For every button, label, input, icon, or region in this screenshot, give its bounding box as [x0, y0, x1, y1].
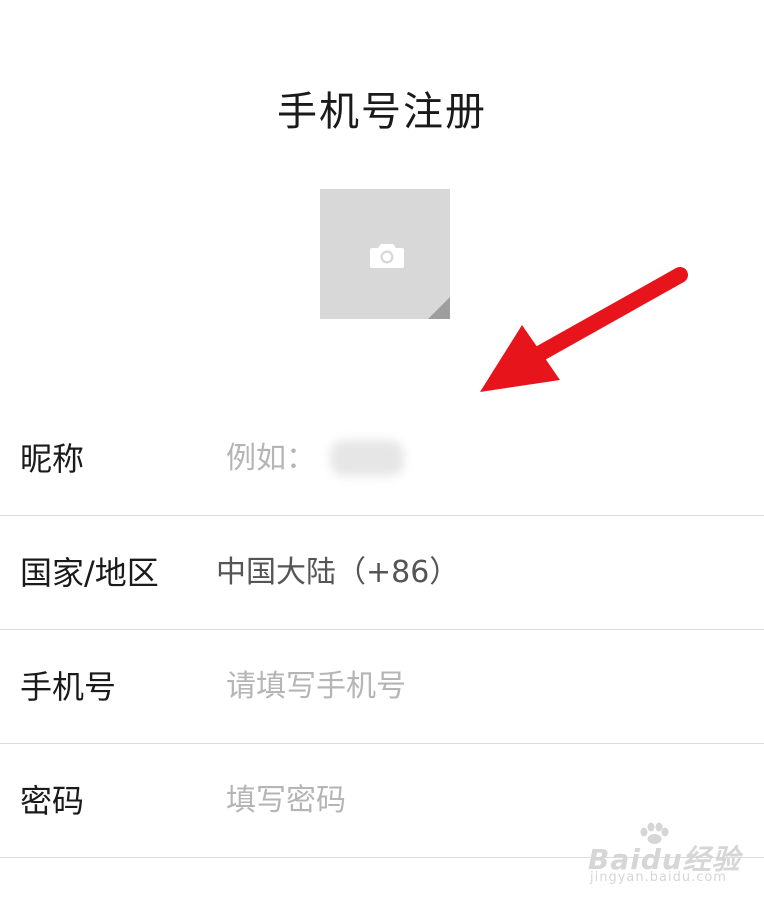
baidu-jingyan-watermark: Baidu经验 jingyan.baidu.com [588, 822, 748, 888]
avatar-upload-button[interactable] [320, 189, 450, 319]
nickname-label: 昵称 [20, 440, 85, 478]
region-row[interactable]: 国家/地区 中国大陆（+86） [0, 516, 764, 630]
red-arrow-annotation [480, 267, 688, 392]
blurred-example [330, 440, 404, 476]
region-label: 国家/地区 [20, 554, 159, 592]
avatar-corner-mark [428, 297, 450, 319]
watermark-domain: jingyan.baidu.com [590, 870, 727, 885]
region-value[interactable]: 中国大陆（+86） [216, 516, 459, 630]
password-label: 密码 [20, 782, 85, 820]
phone-input[interactable] [226, 657, 726, 717]
register-screen: 手机号注册 昵称 国家/地区 中国大陆（+86） 手机号 密码 [0, 0, 764, 900]
camera-icon [370, 244, 404, 268]
nickname-input[interactable] [226, 429, 726, 489]
phone-row: 手机号 [0, 630, 764, 744]
phone-label: 手机号 [20, 668, 117, 706]
page-title: 手机号注册 [277, 89, 487, 135]
